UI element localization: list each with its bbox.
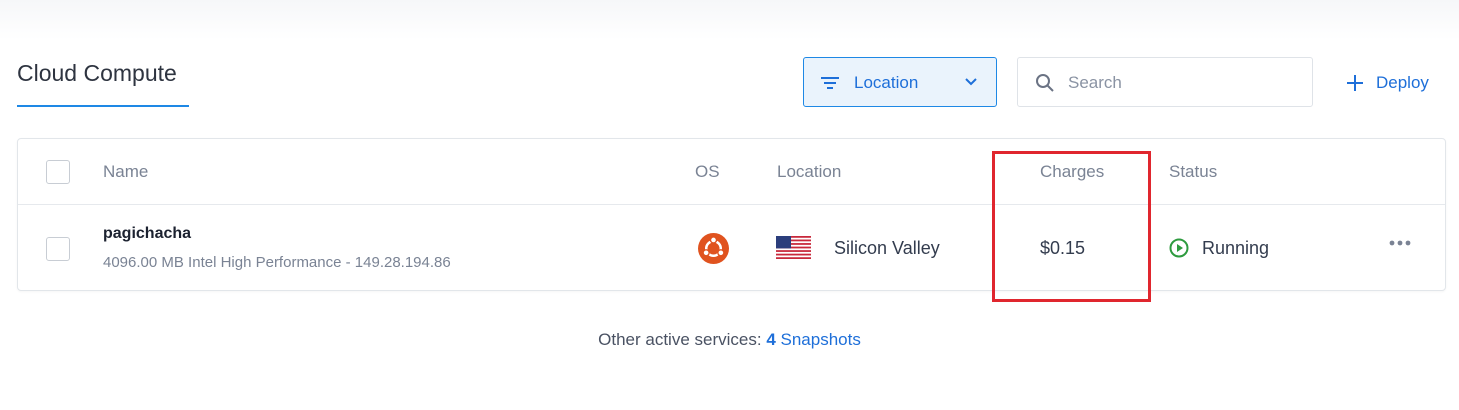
server-name-link[interactable]: pagichacha (103, 225, 191, 243)
column-header-location[interactable]: Location (777, 162, 841, 182)
deploy-label: Deploy (1376, 73, 1429, 92)
column-header-status[interactable]: Status (1169, 162, 1217, 182)
servers-table: Name OS Location Charges Status pagichac… (17, 138, 1446, 291)
plus-icon (1347, 75, 1363, 91)
snapshots-link[interactable]: Snapshots (781, 330, 861, 349)
server-location: Silicon Valley (834, 238, 940, 258)
more-actions-button[interactable] (1388, 235, 1414, 251)
us-flag-icon (776, 236, 811, 259)
chevron-down-icon (965, 78, 977, 86)
select-all-checkbox[interactable] (46, 160, 70, 184)
title-underline (17, 105, 189, 107)
server-meta: 4096.00 MB Intel High Performance - 149.… (103, 254, 451, 271)
ubuntu-logo-icon (698, 233, 729, 264)
search-input[interactable] (1068, 70, 1298, 96)
server-status: Running (1202, 238, 1270, 258)
location-filter-button[interactable]: Location (803, 57, 997, 107)
row-checkbox[interactable] (46, 237, 70, 261)
column-header-os[interactable]: OS (695, 162, 720, 182)
location-filter-label: Location (854, 73, 919, 92)
running-status-icon (1169, 238, 1189, 258)
snapshots-count[interactable]: 4 (766, 330, 775, 349)
search-box[interactable] (1017, 57, 1313, 107)
column-header-name[interactable]: Name (103, 162, 148, 182)
search-icon (1036, 74, 1054, 92)
top-shade (0, 0, 1459, 40)
table-row[interactable]: pagichacha 4096.00 MB Intel High Perform… (18, 205, 1445, 291)
page-title: Cloud Compute (17, 60, 177, 86)
filter-icon (821, 77, 839, 89)
deploy-button[interactable]: Deploy (1346, 68, 1429, 98)
other-services-prefix: Other active services: (598, 330, 762, 349)
table-header-row: Name OS Location Charges Status (18, 139, 1445, 205)
charges-highlight-box (992, 151, 1151, 302)
other-services-line: Other active services: 4 Snapshots (0, 330, 1459, 350)
